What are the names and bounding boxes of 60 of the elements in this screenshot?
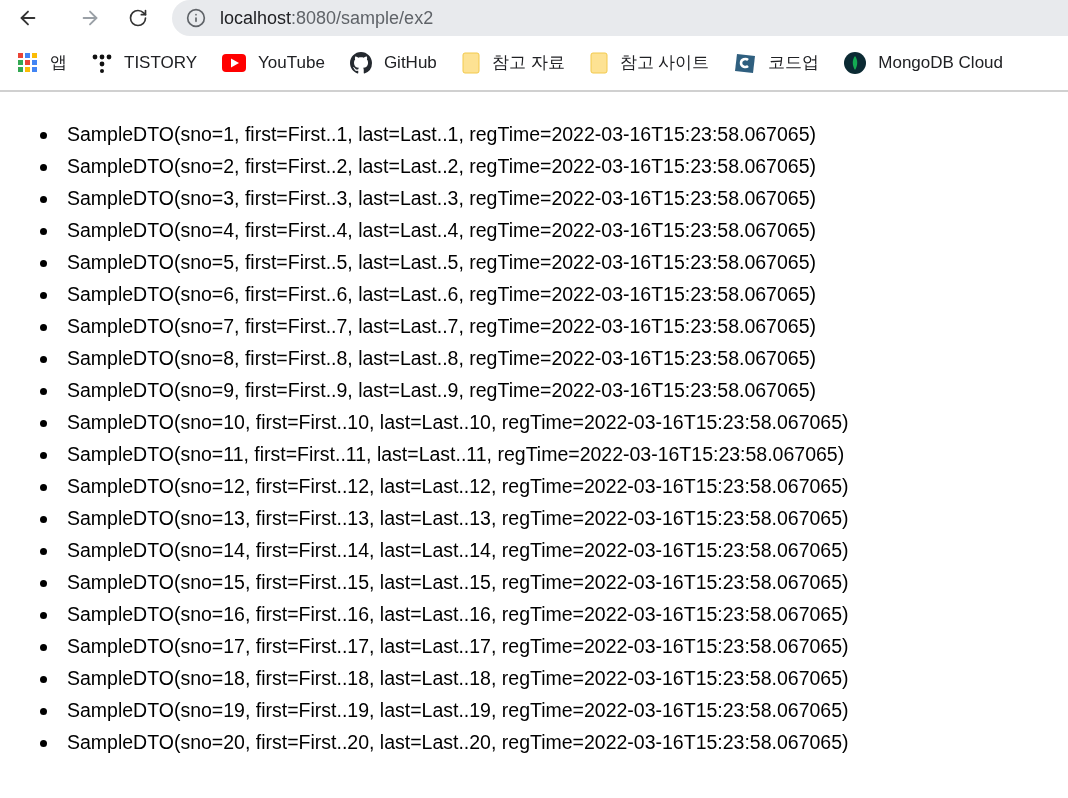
list-item-text: SampleDTO(sno=11, first=First..11, last=Last..11, regTime=2022-03-16T15:23:58.067065): [67, 442, 845, 468]
url-path: :8080/sample/ex2: [291, 6, 434, 30]
play-icon: [222, 54, 247, 72]
list-item-text: SampleDTO(sno=20, first=First..20, last=Last..20, regTime=2022-03-16T15:23:58.067065): [67, 730, 849, 756]
list-item-text: SampleDTO(sno=4, first=First..4, last=Last..4, regTime=2022-03-16T15:23:58.067065): [67, 218, 816, 244]
list-item-text: SampleDTO(sno=6, first=First..6, last=Last..6, regTime=2022-03-16T15:23:58.067065): [67, 282, 816, 308]
bookmark-item[interactable]: YouTube: [222, 50, 325, 76]
bullet-icon: [40, 355, 47, 363]
list-item-text: SampleDTO(sno=2, first=First..2, last=Last..2, regTime=2022-03-16T15:23:58.067065): [67, 154, 816, 180]
bookmark-item[interactable]: 참고 사이트: [589, 50, 710, 76]
list-item-text: SampleDTO(sno=1, first=First..1, last=Last..1, regTime=2022-03-16T15:23:58.067065): [67, 122, 816, 148]
list-item-text: SampleDTO(sno=15, first=First..15, last=Last..15, regTime=2022-03-16T15:23:58.067065): [67, 570, 849, 596]
bullet-icon: [40, 323, 47, 331]
list-item-text: SampleDTO(sno=10, first=First..10, last=Last..10, regTime=2022-03-16T15:23:58.067065): [67, 410, 849, 436]
url-host: localhost: [220, 6, 292, 30]
bullet-icon: [40, 227, 47, 235]
bullet-icon: [40, 259, 47, 267]
bookmark-item[interactable]: 코드업: [734, 50, 820, 76]
apps-grid-icon: [18, 53, 38, 73]
cat-logo-icon: [349, 52, 372, 74]
bullet-icon: [40, 707, 47, 715]
file-icon: [461, 52, 480, 74]
bullet-icon: [40, 387, 47, 395]
letter-logo-icon: [734, 52, 757, 74]
list-item-text: SampleDTO(sno=18, first=First..18, last=Last..18, regTime=2022-03-16T15:23:58.067065): [67, 666, 849, 692]
list-item-text: SampleDTO(sno=3, first=First..3, last=Last..3, regTime=2022-03-16T15:23:58.067065): [67, 186, 816, 212]
bullet-icon: [40, 451, 47, 459]
file-icon: [589, 52, 608, 74]
bookmark-item[interactable]: 참고 자료: [461, 50, 565, 76]
bullet-icon: [40, 739, 47, 747]
list-item-text: SampleDTO(sno=14, first=First..14, last=Last..14, regTime=2022-03-16T15:23:58.067065): [67, 538, 849, 564]
bullet-icon: [40, 419, 47, 427]
bullet-icon: [40, 163, 47, 171]
bookmark-item[interactable]: 앱: [18, 50, 67, 76]
bullet-icon: [40, 131, 47, 139]
bullet-icon: [40, 515, 47, 523]
bookmark-item[interactable]: TISTORY: [92, 50, 198, 76]
bullet-icon: [40, 611, 47, 619]
bookmark-item[interactable]: GitHub: [349, 50, 437, 76]
list-item-text: SampleDTO(sno=8, first=First..8, last=Last..8, regTime=2022-03-16T15:23:58.067065): [67, 346, 816, 372]
list-item-text: SampleDTO(sno=19, first=First..19, last=Last..19, regTime=2022-03-16T15:23:58.067065): [67, 698, 849, 724]
dots-icon: [92, 53, 112, 73]
bullet-icon: [40, 579, 47, 587]
bullet-icon: [40, 483, 47, 491]
list-item-text: SampleDTO(sno=13, first=First..13, last=Last..13, regTime=2022-03-16T15:23:58.067065): [67, 506, 849, 532]
list-item-text: SampleDTO(sno=7, first=First..7, last=Last..7, regTime=2022-03-16T15:23:58.067065): [67, 314, 816, 340]
bullet-icon: [40, 195, 47, 203]
bookmark-item[interactable]: MongoDB Cloud: [844, 50, 1003, 76]
bullet-icon: [40, 675, 47, 683]
bullet-icon: [40, 643, 47, 651]
list-item-text: SampleDTO(sno=9, first=First..9, last=Last..9, regTime=2022-03-16T15:23:58.067065): [67, 378, 816, 404]
list-item-text: SampleDTO(sno=17, first=First..17, last=Last..17, regTime=2022-03-16T15:23:58.067065): [67, 634, 849, 660]
list-item-text: SampleDTO(sno=12, first=First..12, last=Last..12, regTime=2022-03-16T15:23:58.067065): [67, 474, 849, 500]
list-item-text: SampleDTO(sno=5, first=First..5, last=Last..5, regTime=2022-03-16T15:23:58.067065): [67, 250, 816, 276]
list-item-text: SampleDTO(sno=16, first=First..16, last=Last..16, regTime=2022-03-16T15:23:58.067065): [67, 602, 849, 628]
bullet-icon: [40, 547, 47, 555]
leaf-icon: [844, 52, 867, 74]
bullet-icon: [40, 291, 47, 299]
info-icon: [186, 8, 206, 28]
address-bar[interactable]: localhost:8080/sample/ex2: [172, 0, 1068, 36]
